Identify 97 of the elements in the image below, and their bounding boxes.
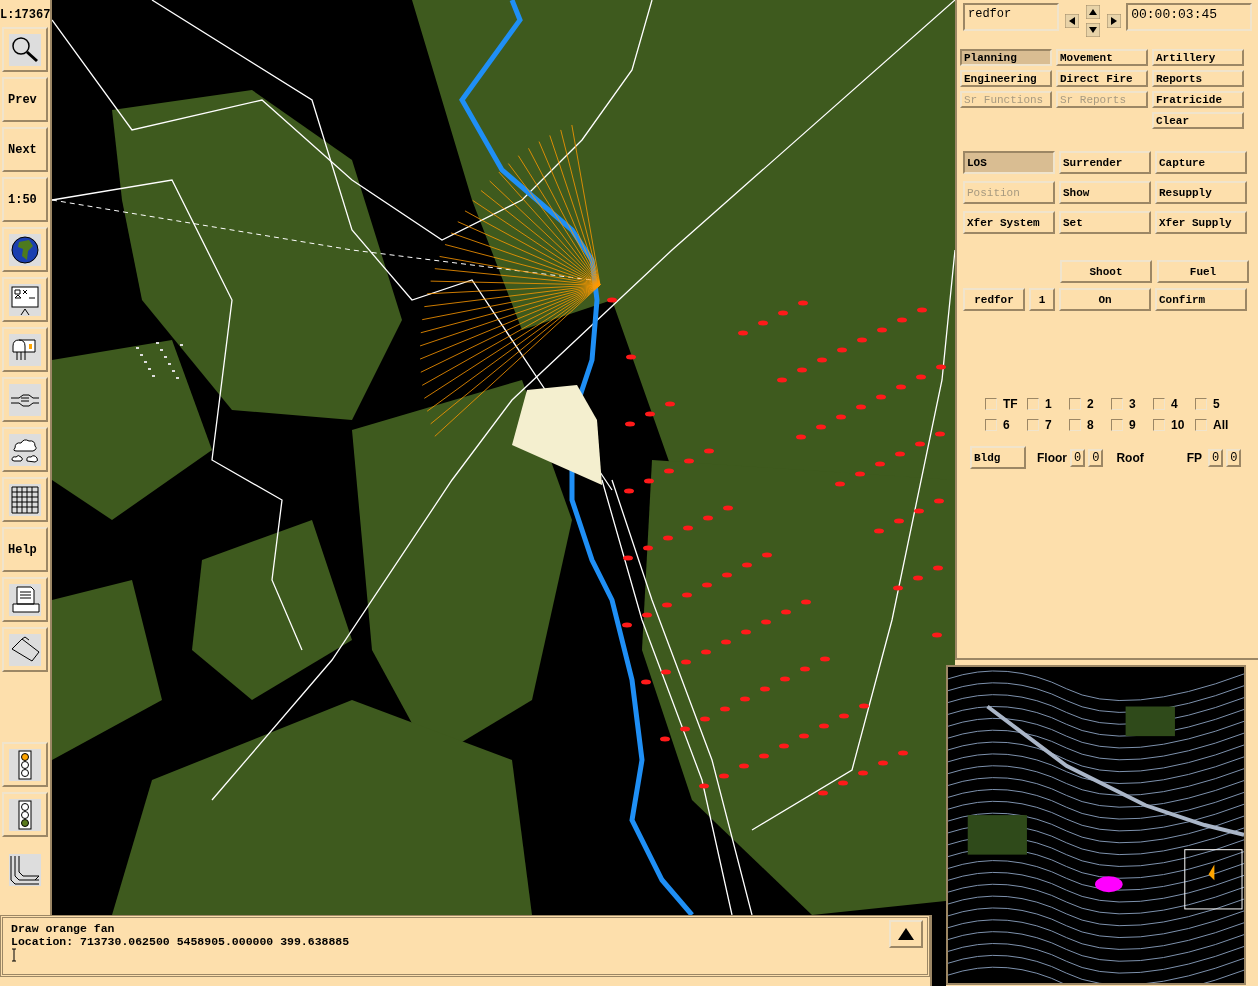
function-button[interactable]: Movement bbox=[1056, 49, 1148, 66]
help-button[interactable]: Help bbox=[2, 527, 48, 572]
function-button[interactable]: Reports bbox=[1152, 70, 1244, 87]
fp-value-field[interactable]: 0 bbox=[1226, 448, 1242, 467]
roof-label: Roof bbox=[1116, 450, 1144, 465]
console-output[interactable]: Draw orange fan Location: 713730.062500 5458905.000000 399.638885 bbox=[0, 915, 930, 977]
mailbox-tool-button[interactable] bbox=[2, 327, 48, 372]
time-field[interactable]: 00:00:03:45 bbox=[1126, 3, 1252, 31]
weather-tool-button[interactable] bbox=[2, 427, 48, 472]
filter-checkbox[interactable]: TF bbox=[985, 397, 1027, 411]
text-cursor-icon bbox=[11, 948, 17, 962]
fp-value-field[interactable]: 0 bbox=[1208, 448, 1224, 467]
filter-checkbox[interactable]: 10 bbox=[1153, 418, 1195, 432]
filter-checkbox[interactable]: 3 bbox=[1111, 397, 1153, 411]
traffic-light-button[interactable] bbox=[2, 742, 48, 787]
checkbox[interactable] bbox=[1027, 398, 1039, 410]
arrow-up-button[interactable] bbox=[1086, 5, 1101, 19]
filter-checkbox[interactable]: All bbox=[1195, 418, 1237, 432]
function-button[interactable]: Engineering bbox=[960, 70, 1052, 87]
checkbox[interactable] bbox=[1111, 398, 1123, 410]
arrow-right-button[interactable] bbox=[1107, 14, 1122, 28]
arrow-left-button[interactable] bbox=[1065, 14, 1080, 28]
overview-map-drawing[interactable] bbox=[946, 665, 1246, 985]
force-button[interactable]: redfor bbox=[963, 288, 1025, 311]
checkbox[interactable] bbox=[1195, 419, 1207, 431]
traffic-light-button[interactable] bbox=[2, 792, 48, 837]
filter-checkbox[interactable]: 4 bbox=[1153, 397, 1195, 411]
handshake-tool-button[interactable] bbox=[2, 377, 48, 422]
floor-value-field[interactable]: 0 bbox=[1088, 448, 1104, 467]
toolbar-button[interactable]: Next bbox=[2, 127, 48, 172]
fuel-button[interactable]: Fuel bbox=[1157, 260, 1249, 283]
toolbar-button[interactable]: Prev bbox=[2, 77, 48, 122]
triangle-up-icon bbox=[896, 926, 916, 942]
filter-checkbox[interactable]: 6 bbox=[985, 418, 1027, 432]
handshake-icon bbox=[9, 383, 41, 416]
action-button[interactable]: Xfer Supply bbox=[1155, 211, 1247, 234]
console-line: Draw orange fan bbox=[11, 922, 115, 935]
whiteboard-icon bbox=[9, 283, 41, 316]
function-button[interactable]: Artillery bbox=[1152, 49, 1244, 66]
action-button[interactable]: Surrender bbox=[1059, 151, 1151, 174]
printer-icon bbox=[9, 583, 41, 616]
on-toggle-button[interactable]: On bbox=[1059, 288, 1151, 311]
function-button[interactable]: Planning bbox=[960, 49, 1052, 66]
floor-label: Floor bbox=[1037, 450, 1067, 465]
action-button[interactable]: Capture bbox=[1155, 151, 1247, 174]
filter-checkbox[interactable]: 9 bbox=[1111, 418, 1153, 432]
checkbox[interactable] bbox=[1069, 419, 1081, 431]
filter-checkbox[interactable]: 8 bbox=[1069, 418, 1111, 432]
filter-checkbox[interactable]: 5 bbox=[1195, 397, 1237, 411]
traffic-light-icon bbox=[9, 748, 41, 781]
side-field[interactable]: redfor bbox=[963, 3, 1060, 31]
search-icon bbox=[9, 33, 41, 66]
traffic-light-icon bbox=[9, 798, 41, 831]
floor-value-field[interactable]: 0 bbox=[1070, 448, 1086, 467]
plan-board-tool-button[interactable] bbox=[2, 277, 48, 322]
action-button[interactable]: Xfer System bbox=[963, 211, 1055, 234]
globe-icon bbox=[9, 233, 41, 266]
checkbox[interactable] bbox=[1153, 419, 1165, 431]
confirm-button[interactable]: Confirm bbox=[1155, 288, 1247, 311]
action-button[interactable]: Show bbox=[1059, 181, 1151, 204]
clouds-icon bbox=[9, 433, 41, 466]
console-line: Location: 713730.062500 5458905.000000 399.638885 bbox=[11, 935, 350, 948]
shoot-button[interactable]: Shoot bbox=[1060, 260, 1152, 283]
print-tool-button[interactable] bbox=[2, 577, 48, 622]
scroll-up-button[interactable] bbox=[889, 920, 923, 948]
function-button[interactable]: Fratricide bbox=[1152, 91, 1244, 108]
clear-button[interactable]: Clear bbox=[1152, 112, 1244, 129]
grid-icon bbox=[9, 483, 41, 516]
globe-tool-button[interactable] bbox=[2, 227, 48, 272]
checkbox[interactable] bbox=[985, 398, 997, 410]
building-button[interactable]: Bldg bbox=[970, 446, 1026, 469]
action-button[interactable]: Set bbox=[1059, 211, 1151, 234]
zoom-tool-button[interactable] bbox=[2, 27, 48, 72]
filter-checkbox[interactable]: 2 bbox=[1069, 397, 1111, 411]
eraser-icon bbox=[9, 633, 41, 666]
filter-checkbox[interactable]: 1 bbox=[1027, 397, 1069, 411]
fp-label: FP bbox=[1186, 450, 1203, 465]
checkbox[interactable] bbox=[1153, 398, 1165, 410]
checkbox[interactable] bbox=[1111, 419, 1123, 431]
arrow-down-button[interactable] bbox=[1086, 23, 1101, 37]
force-number-button[interactable]: 1 bbox=[1029, 288, 1055, 311]
checkbox[interactable] bbox=[985, 419, 997, 431]
action-button[interactable]: Resupply bbox=[1155, 181, 1247, 204]
grid-tool-button[interactable] bbox=[2, 477, 48, 522]
layers-icon[interactable] bbox=[9, 852, 41, 888]
eraser-tool-button[interactable] bbox=[2, 627, 48, 672]
mailbox-icon bbox=[9, 333, 41, 366]
toolbar-button[interactable]: 1:50 bbox=[2, 177, 48, 222]
scrollbar[interactable] bbox=[930, 915, 946, 986]
checkbox[interactable] bbox=[1027, 419, 1039, 431]
checkbox[interactable] bbox=[1069, 398, 1081, 410]
checkbox[interactable] bbox=[1195, 398, 1207, 410]
function-button[interactable]: Direct Fire bbox=[1056, 70, 1148, 87]
filter-checkbox[interactable]: 7 bbox=[1027, 418, 1069, 432]
scale-readout: L:17367 bbox=[0, 7, 50, 22]
terrain-map-drawing[interactable] bbox=[52, 0, 955, 915]
action-button[interactable]: LOS bbox=[963, 151, 1055, 174]
